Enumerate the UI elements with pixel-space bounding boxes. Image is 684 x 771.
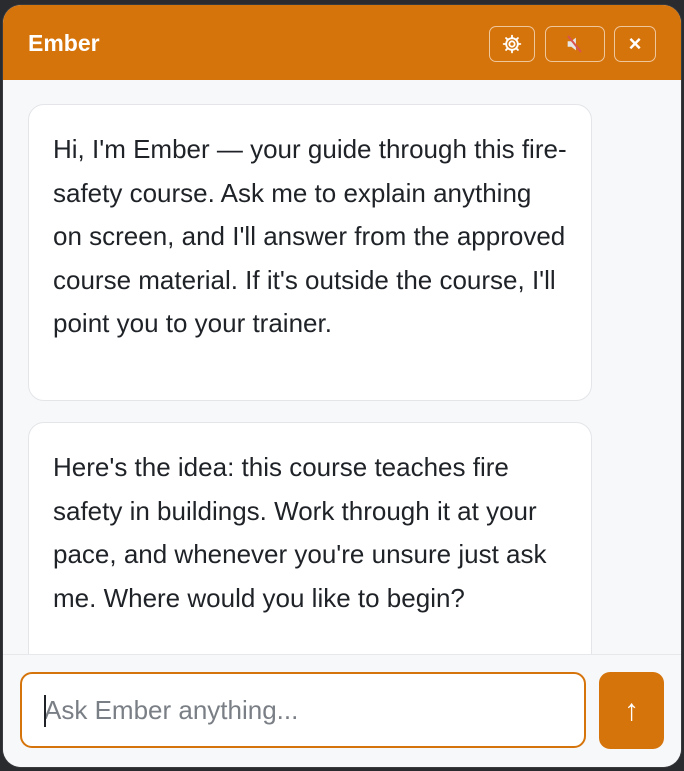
text-caret (44, 695, 46, 727)
settings-button[interactable] (489, 26, 535, 62)
chat-window: Ember × Hi, I'm Ember — your guide throu… (3, 5, 681, 767)
composer: ↑ (3, 654, 681, 767)
chat-title: Ember (28, 30, 100, 56)
send-button[interactable]: ↑ (599, 672, 664, 749)
chat-header: Ember × (3, 5, 681, 80)
gear-icon (502, 34, 522, 54)
assistant-message: Hi, I'm Ember — your guide through this … (28, 104, 592, 401)
message-list: Hi, I'm Ember — your guide through this … (3, 80, 681, 654)
close-button[interactable]: × (614, 26, 656, 62)
arrow-up-icon: ↑ (624, 693, 639, 727)
assistant-message: Here's the idea: this course teaches fir… (28, 422, 592, 654)
message-input[interactable] (20, 672, 586, 748)
close-icon: × (628, 31, 642, 56)
mute-button[interactable] (545, 26, 605, 62)
speaker-muted-icon (564, 33, 586, 55)
